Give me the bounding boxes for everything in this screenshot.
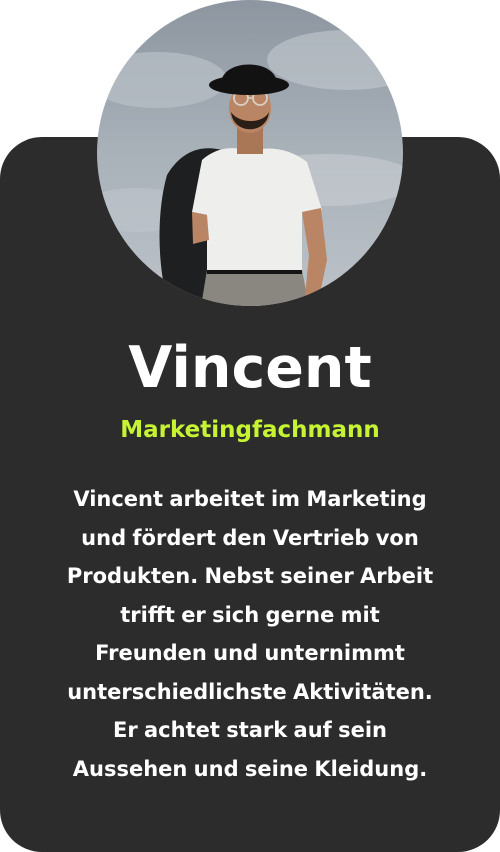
bio-line: Aussehen und seine Kleidung. — [72, 756, 428, 781]
avatar-photo — [97, 0, 403, 306]
bio-line: unterschiedlichste Aktivitäten. — [67, 679, 433, 704]
bio-line: Freunden und unternimmt — [95, 641, 405, 665]
bio-line: und fördert den Vertrieb von — [81, 525, 419, 550]
bio-line: trifft er sich gerne mit — [120, 602, 380, 627]
bio-line: Vincent arbeitet im Marketing — [73, 487, 427, 511]
profile-role: Marketingfachmann — [120, 417, 380, 443]
bio-line: Produkten. Nebst seiner Arbeit — [66, 564, 434, 588]
profile-name: Vincent — [128, 335, 372, 401]
bio-line: Er achtet stark auf sein — [112, 718, 387, 742]
profile-bio: Vincent arbeitet im Marketing und förder… — [40, 480, 460, 788]
avatar — [97, 0, 403, 306]
